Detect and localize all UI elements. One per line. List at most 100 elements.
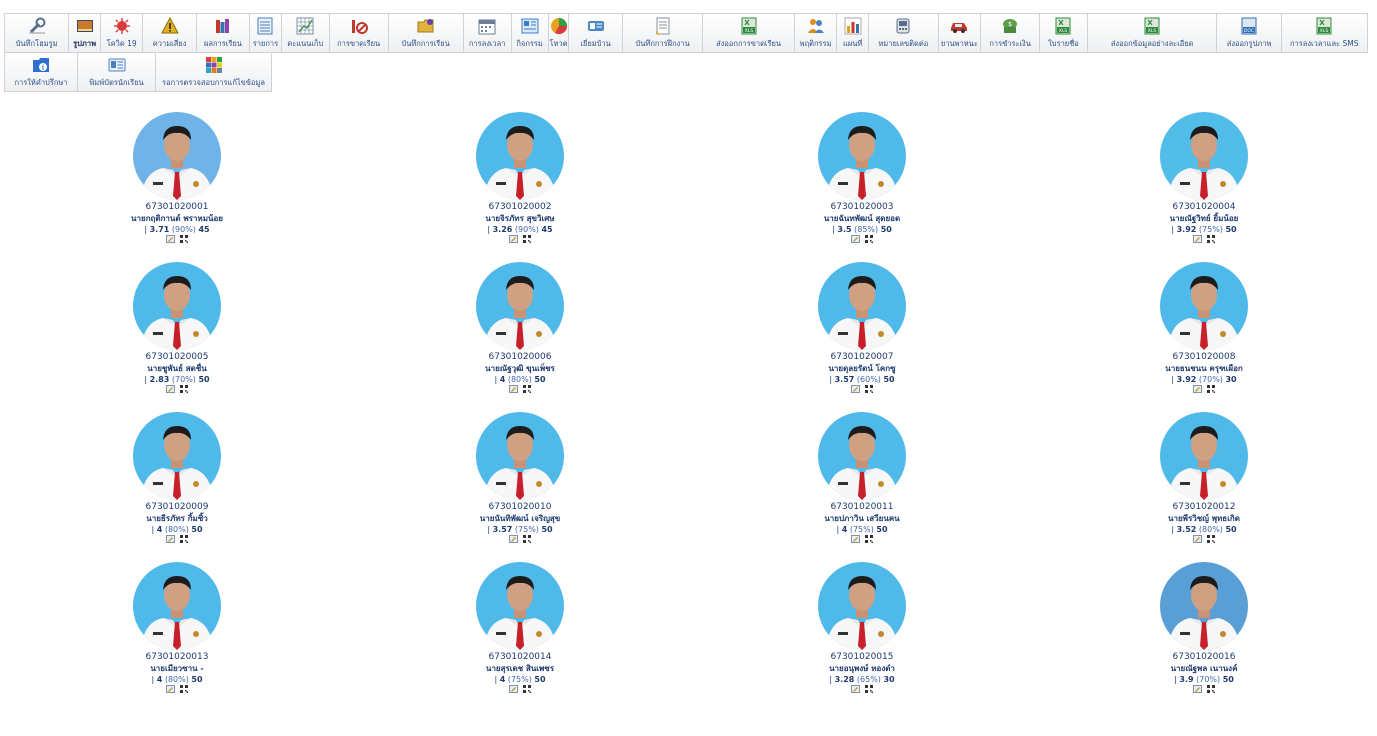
edit-icon[interactable] bbox=[851, 535, 861, 546]
student-id[interactable]: 67301020006 bbox=[420, 352, 620, 363]
student-gpa: 3.26 bbox=[492, 225, 513, 234]
edit-icon[interactable] bbox=[1193, 535, 1203, 546]
student-photo[interactable] bbox=[476, 562, 564, 650]
toolbar-button-row1-13[interactable]: บันทึกการฝึกงาน bbox=[621, 13, 704, 53]
edit-icon[interactable] bbox=[1193, 235, 1203, 246]
qr-icon[interactable] bbox=[1206, 535, 1215, 546]
toolbar-button-row2-1[interactable]: พิมพ์บัตรนักเรียน bbox=[77, 52, 156, 92]
edit-icon[interactable] bbox=[166, 235, 176, 246]
qr-icon[interactable] bbox=[179, 385, 188, 396]
qr-icon[interactable] bbox=[1206, 685, 1215, 696]
edit-icon[interactable] bbox=[851, 685, 861, 696]
qr-icon[interactable] bbox=[522, 385, 531, 396]
toolbar-button-row1-7[interactable]: การขาดเรียน bbox=[328, 13, 389, 53]
student-photo[interactable] bbox=[1160, 112, 1248, 200]
student-photo[interactable] bbox=[1160, 262, 1248, 350]
warning-icon bbox=[160, 16, 179, 35]
student-attendance-pct: (75%) bbox=[849, 525, 874, 534]
student-photo[interactable] bbox=[818, 562, 906, 650]
student-id[interactable]: 67301020012 bbox=[1104, 502, 1304, 513]
edit-icon[interactable] bbox=[166, 385, 176, 396]
toolbar-button-row1-19[interactable]: $ การชำระเงิน bbox=[980, 13, 1040, 53]
student-id[interactable]: 67301020011 bbox=[762, 502, 962, 513]
edit-icon[interactable] bbox=[166, 685, 176, 696]
toolbar-button-row1-11[interactable]: โหวต bbox=[547, 13, 570, 53]
toolbar-button-row1-21[interactable]: XLS ส่งออกข้อมูลอย่างละเอียด bbox=[1086, 13, 1218, 53]
student-photo[interactable] bbox=[818, 412, 906, 500]
student-id[interactable]: 67301020004 bbox=[1104, 202, 1304, 213]
student-photo[interactable] bbox=[1160, 562, 1248, 650]
student-id[interactable]: 67301020001 bbox=[77, 202, 277, 213]
toolbar-button-row1-22[interactable]: DOC ส่งออกรูปภาพ bbox=[1216, 13, 1282, 53]
student-photo[interactable] bbox=[133, 412, 221, 500]
toolbar-button-row1-4[interactable]: ผลการเรียน bbox=[195, 13, 251, 53]
toolbar-button-row1-9[interactable]: การลงเวลา bbox=[462, 13, 512, 53]
toolbar-button-row1-6[interactable]: คะแนนเก็บ bbox=[280, 13, 330, 53]
toolbar-button-row1-14[interactable]: XLS ส่งออกการขาดเรียน bbox=[702, 13, 795, 53]
student-id[interactable]: 67301020005 bbox=[77, 352, 277, 363]
toolbar-button-row1-12[interactable]: เยี่ยมบ้าน bbox=[568, 13, 623, 53]
toolbar-button-row1-3[interactable]: ความเสี่ยง bbox=[142, 13, 197, 53]
toolbar-button-row1-23[interactable]: XLS การลงเวลาและ SMS bbox=[1280, 13, 1368, 53]
toolbar-button-row2-2[interactable]: รอการตรวจสอบการแก้ไขข้อมูล bbox=[155, 52, 272, 92]
qr-icon[interactable] bbox=[522, 535, 531, 546]
student-id[interactable]: 67301020014 bbox=[420, 652, 620, 663]
qr-icon[interactable] bbox=[179, 685, 188, 696]
student-photo[interactable] bbox=[133, 262, 221, 350]
student-photo[interactable] bbox=[818, 262, 906, 350]
edit-icon[interactable] bbox=[509, 535, 519, 546]
qr-icon[interactable] bbox=[522, 235, 531, 246]
qr-icon[interactable] bbox=[864, 535, 873, 546]
toolbar-button-row2-0[interactable]: i การให้คำปรึกษา bbox=[4, 52, 78, 92]
qr-icon[interactable] bbox=[179, 535, 188, 546]
student-photo[interactable] bbox=[1160, 412, 1248, 500]
toolbar-button-row1-8[interactable]: บันทึกการเรียน bbox=[387, 13, 464, 53]
toolbar-button-row1-18[interactable]: ยานพาหนะ bbox=[937, 13, 982, 53]
toolbar-button-row1-0[interactable]: บันทึกโฮมรูม bbox=[4, 13, 70, 53]
student-photo[interactable] bbox=[476, 112, 564, 200]
student-id[interactable]: 67301020010 bbox=[420, 502, 620, 513]
edit-icon[interactable] bbox=[1193, 385, 1203, 396]
student-photo[interactable] bbox=[476, 262, 564, 350]
qr-icon[interactable] bbox=[179, 235, 188, 246]
edit-icon[interactable] bbox=[509, 235, 519, 246]
edit-icon[interactable] bbox=[851, 235, 861, 246]
qr-icon[interactable] bbox=[864, 235, 873, 246]
toolbar-button-row1-20[interactable]: XLS ใบรายชื่อ bbox=[1039, 13, 1088, 53]
student-actions bbox=[420, 535, 620, 546]
qr-icon[interactable] bbox=[864, 685, 873, 696]
student-id[interactable]: 67301020016 bbox=[1104, 652, 1304, 663]
toolbar-button-row1-16[interactable]: แผนที่ bbox=[836, 13, 869, 53]
qr-icon[interactable] bbox=[1206, 385, 1215, 396]
student-id[interactable]: 67301020009 bbox=[77, 502, 277, 513]
toolbar-button-row1-1[interactable]: รูปภาพ bbox=[68, 13, 101, 53]
qr-icon[interactable] bbox=[1206, 235, 1215, 246]
edit-icon[interactable] bbox=[509, 685, 519, 696]
student-gpa: 3.28 bbox=[834, 675, 855, 684]
toolbar-button-row1-15[interactable]: พฤติกรรม bbox=[793, 13, 838, 53]
student-id[interactable]: 67301020002 bbox=[420, 202, 620, 213]
student-id[interactable]: 67301020013 bbox=[77, 652, 277, 663]
edit-icon[interactable] bbox=[166, 535, 176, 546]
student-photo[interactable] bbox=[133, 562, 221, 650]
student-id[interactable]: 67301020007 bbox=[762, 352, 962, 363]
student-actions bbox=[77, 535, 277, 546]
student-id[interactable]: 67301020015 bbox=[762, 652, 962, 663]
toolbar-button-label: หมายเลขติดต่อ bbox=[878, 39, 929, 48]
student-card: 67301020010 นายนันทิพัฒน์ เจริญสุข | 3.5… bbox=[420, 412, 620, 546]
toolbar-button-row1-5[interactable]: รายการ bbox=[249, 13, 282, 53]
edit-icon[interactable] bbox=[509, 385, 519, 396]
student-id[interactable]: 67301020008 bbox=[1104, 352, 1304, 363]
toolbar-button-row1-17[interactable]: หมายเลขติดต่อ bbox=[867, 13, 939, 53]
grade-prefix: | bbox=[144, 375, 148, 384]
student-id[interactable]: 67301020003 bbox=[762, 202, 962, 213]
toolbar-button-row1-2[interactable]: โควิด 19 bbox=[99, 13, 144, 53]
student-photo[interactable] bbox=[476, 412, 564, 500]
edit-icon[interactable] bbox=[851, 385, 861, 396]
toolbar-button-row1-10[interactable]: กิจกรรม bbox=[510, 13, 549, 53]
edit-icon[interactable] bbox=[1193, 685, 1203, 696]
qr-icon[interactable] bbox=[864, 385, 873, 396]
student-photo[interactable] bbox=[818, 112, 906, 200]
student-photo[interactable] bbox=[133, 112, 221, 200]
qr-icon[interactable] bbox=[522, 685, 531, 696]
